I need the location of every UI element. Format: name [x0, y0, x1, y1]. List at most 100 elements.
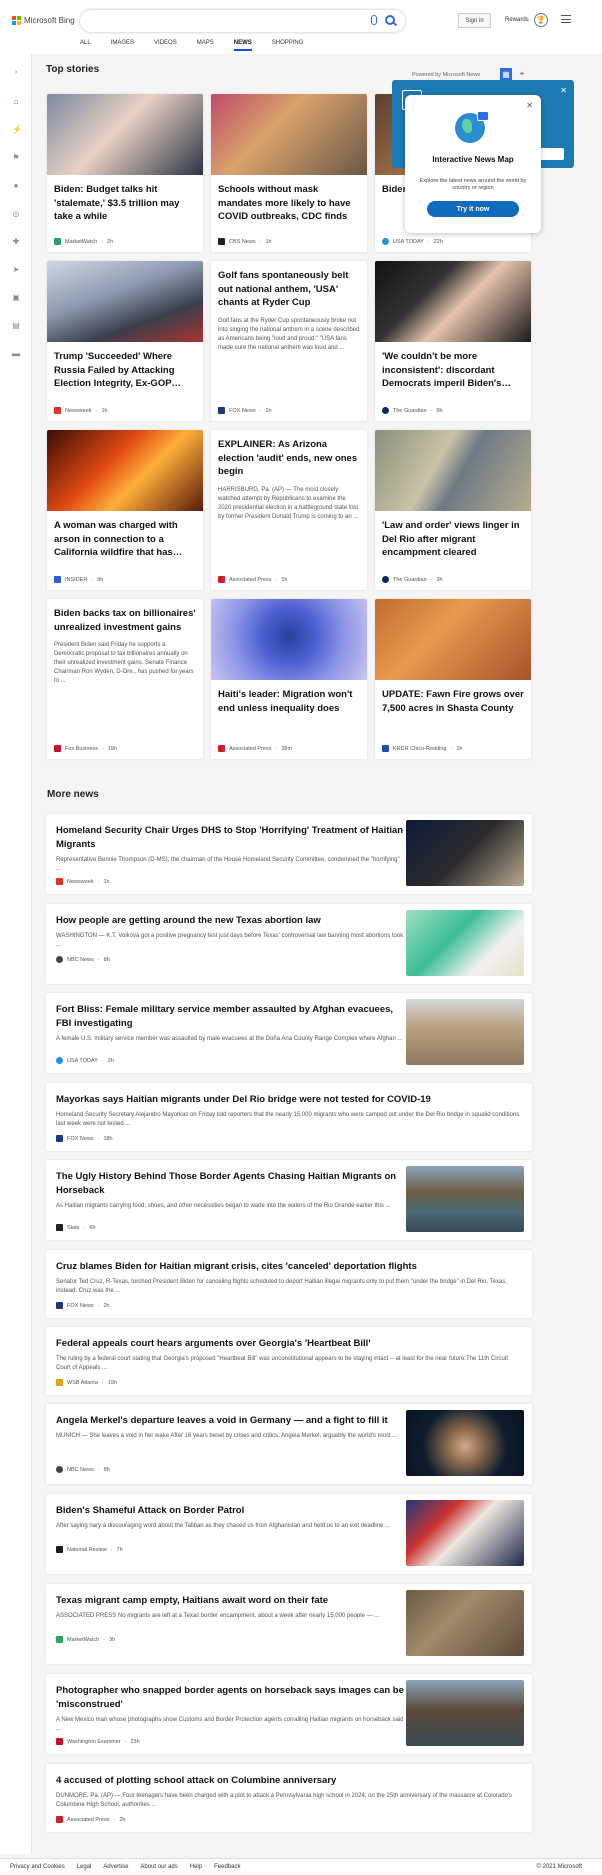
- rocket-icon[interactable]: ➤: [12, 266, 20, 274]
- story-image: [47, 261, 203, 342]
- footer-link-advertise[interactable]: Advertise: [103, 1864, 128, 1870]
- story-source: MarketWatch · 2h: [54, 238, 113, 245]
- more-news-title: Texas migrant camp empty, Haitians await…: [56, 1595, 329, 1606]
- more-news-item[interactable]: Federal appeals court hears arguments ov…: [46, 1327, 532, 1395]
- story-image: [47, 430, 203, 511]
- microphone-icon[interactable]: [371, 15, 377, 25]
- story-card[interactable]: Haiti's leader: Migration won't end unle…: [211, 599, 367, 759]
- more-news-source: Slate · 6h: [56, 1224, 96, 1231]
- rewards-link[interactable]: Rewards: [505, 17, 529, 23]
- tab-images[interactable]: IMAGES: [111, 40, 134, 51]
- powered-by-label: Powered by Microsoft News: [412, 72, 481, 78]
- more-news-item[interactable]: Biden's Shameful Attack on Border Patrol…: [46, 1494, 532, 1574]
- fox-news-logo-icon: [218, 407, 225, 414]
- news-doc-icon: [477, 111, 489, 121]
- more-news-image: [406, 910, 524, 976]
- map-view-icon[interactable]: ⌖: [516, 68, 528, 80]
- story-card[interactable]: Biden backs tax on billionaires' unreali…: [47, 599, 203, 759]
- tab-videos[interactable]: VIDEOS: [154, 40, 177, 51]
- close-icon[interactable]: ✕: [560, 86, 567, 95]
- story-card[interactable]: 'Law and order' views linger in Del Rio …: [375, 430, 531, 590]
- tab-news[interactable]: NEWS: [233, 40, 252, 51]
- try-it-now-button[interactable]: Try it now: [427, 201, 519, 217]
- marketwatch-logo-icon: [54, 238, 61, 245]
- more-news-item[interactable]: 4 accused of plotting school attack on C…: [46, 1764, 532, 1832]
- footer-link-privacy[interactable]: Privacy and Cookies: [10, 1864, 65, 1870]
- more-news-source: NBC News · 8h: [56, 1466, 110, 1473]
- more-news-item[interactable]: The Ugly History Behind Those Border Age…: [46, 1160, 532, 1240]
- more-news-item[interactable]: Photographer who snapped border agents o…: [46, 1674, 532, 1754]
- more-news-snippet: After saying nary a discouraging word ab…: [56, 1523, 391, 1529]
- krcr-logo-icon: [382, 745, 389, 752]
- story-card[interactable]: EXPLAINER: As Arizona election 'audit' e…: [211, 430, 367, 590]
- more-news-item[interactable]: Fort Bliss: Female military service memb…: [46, 993, 532, 1073]
- more-news-item[interactable]: Homeland Security Chair Urges DHS to Sto…: [46, 814, 532, 894]
- popup-description: Explore the latest news around the world…: [419, 178, 527, 191]
- header: Microsoft Bing Sign in Rewards 🏆 ALL IMA…: [0, 0, 602, 54]
- more-news-title: 4 accused of plotting school attack on C…: [56, 1775, 337, 1786]
- story-card[interactable]: Biden: Budget talks hit 'stalemate,' $3.…: [47, 94, 203, 252]
- story-snippet: President Biden said Friday he supports …: [54, 642, 194, 684]
- tab-all[interactable]: ALL: [80, 40, 91, 51]
- footer-link-feedback[interactable]: Feedback: [214, 1864, 240, 1870]
- story-source: The Guardian · 3h: [382, 576, 443, 583]
- globe-icon[interactable]: ◎: [12, 210, 20, 218]
- story-card[interactable]: 'We couldn't be more inconsistent': disc…: [375, 261, 531, 421]
- more-news-snippet: Representative Bennie Thompson (D-MS), t…: [56, 857, 400, 872]
- story-card[interactable]: A woman was charged with arson in connec…: [47, 430, 203, 590]
- more-news-source: FOX News · 18h: [56, 1135, 113, 1142]
- search-input[interactable]: [80, 10, 405, 32]
- more-news-title: How people are getting around the new Te…: [56, 915, 321, 926]
- tv-icon[interactable]: ▣: [12, 294, 20, 302]
- trending-icon[interactable]: ⚡: [12, 126, 22, 134]
- story-title: Golf fans spontaneously belt out nationa…: [218, 270, 349, 308]
- more-news-image: [406, 1590, 524, 1656]
- national-review-logo-icon: [56, 1546, 63, 1553]
- grid-view-icon[interactable]: ▦: [500, 68, 512, 80]
- story-card[interactable]: UPDATE: Fawn Fire grows over 7,500 acres…: [375, 599, 531, 759]
- story-title: 'Law and order' views linger in Del Rio …: [382, 520, 520, 558]
- more-news-item[interactable]: Texas migrant camp empty, Haitians await…: [46, 1584, 532, 1664]
- more-news-source: FOX News · 2h: [56, 1302, 110, 1309]
- flag-icon[interactable]: ⚑: [12, 154, 20, 162]
- trophy-icon[interactable]: 🏆: [534, 13, 548, 27]
- story-source: Associated Press · 1h: [218, 576, 287, 583]
- politics-icon[interactable]: ✚: [12, 238, 20, 246]
- story-source: KRCR Chico-Redding · 1h: [382, 745, 462, 752]
- washington-examiner-logo-icon: [56, 1738, 63, 1745]
- more-news-snippet: Homeland Security Secretary Alejandro Ma…: [56, 1112, 520, 1127]
- expand-chevron-icon[interactable]: ›: [12, 68, 20, 76]
- more-news-item[interactable]: How people are getting around the new Te…: [46, 904, 532, 984]
- business-icon[interactable]: ▤: [12, 322, 20, 330]
- story-card[interactable]: Schools without mask mandates more likel…: [211, 94, 367, 252]
- more-news-image: [406, 820, 524, 886]
- more-news-image: [406, 999, 524, 1065]
- location-pin-icon[interactable]: ●: [12, 182, 20, 190]
- story-card[interactable]: Trump 'Succeeded' Where Russia Failed by…: [47, 261, 203, 421]
- story-title: A woman was charged with arson in connec…: [54, 520, 183, 558]
- newsweek-logo-icon: [56, 878, 63, 885]
- footer-link-help[interactable]: Help: [190, 1864, 202, 1870]
- signin-button[interactable]: Sign in: [458, 13, 491, 28]
- story-title: EXPLAINER: As Arizona election 'audit' e…: [218, 439, 358, 477]
- more-news-item[interactable]: Cruz blames Biden for Haitian migrant cr…: [46, 1250, 532, 1318]
- story-card[interactable]: Golf fans spontaneously belt out nationa…: [211, 261, 367, 421]
- bing-logo[interactable]: Microsoft Bing: [12, 16, 75, 25]
- more-news-snippet: A female U.S. military service member wa…: [56, 1036, 403, 1042]
- more-news-source: National Review · 7h: [56, 1546, 123, 1553]
- news-map-popup: ✕ Interactive News Map Explore the lates…: [405, 95, 541, 233]
- money-icon[interactable]: ▬: [12, 350, 20, 358]
- home-icon[interactable]: ⌂: [12, 98, 20, 106]
- hamburger-menu-icon[interactable]: [561, 15, 571, 23]
- more-news-title: Angela Merkel's departure leaves a void …: [56, 1415, 388, 1426]
- search-icon[interactable]: [385, 15, 395, 25]
- footer-link-legal[interactable]: Legal: [77, 1864, 92, 1870]
- story-source: Newsweek · 1h: [54, 407, 108, 414]
- story-source: CBS News · 1h: [218, 238, 272, 245]
- tab-maps[interactable]: MAPS: [197, 40, 214, 51]
- more-news-item[interactable]: Angela Merkel's departure leaves a void …: [46, 1404, 532, 1484]
- more-news-item[interactable]: Mayorkas says Haitian migrants under Del…: [46, 1083, 532, 1151]
- close-icon[interactable]: ✕: [526, 101, 533, 110]
- tab-shopping[interactable]: SHOPPING: [272, 40, 304, 51]
- footer-link-about-ads[interactable]: About our ads: [140, 1864, 177, 1870]
